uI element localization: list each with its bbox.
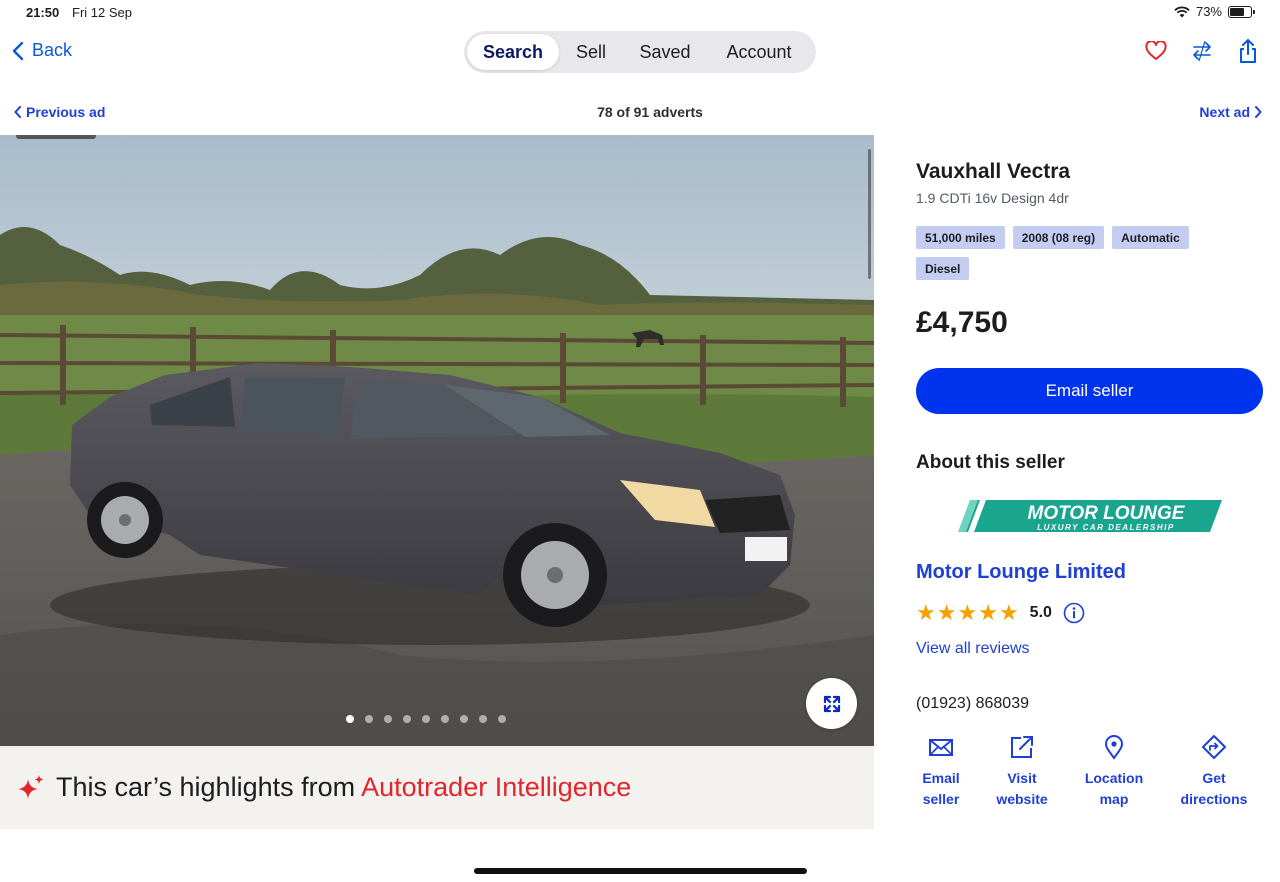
status-bar: 21:50 Fri 12 Sep 73% [0, 0, 1280, 26]
email-seller-action[interactable]: Email seller [896, 734, 986, 810]
rating-score: 5.0 [1029, 604, 1052, 621]
expand-gallery-button[interactable] [806, 678, 857, 729]
main-tabs: Search Sell Saved Account [464, 31, 816, 73]
action-label-line1: Visit [1007, 770, 1037, 786]
seller-actions: Email seller Visit website Location map Get… [916, 734, 1266, 814]
gallery-top-tab [16, 135, 96, 139]
star-icon: ★ [936, 600, 957, 625]
action-label-line2: website [996, 791, 1048, 807]
star-icon: ★ [978, 600, 998, 625]
gallery-pagination-dots [346, 715, 506, 723]
car-subtitle: 1.9 CDTi 16v Design 4dr [916, 190, 1069, 206]
spec-chip-mileage: 51,000 miles [916, 226, 1005, 249]
seller-logo[interactable]: MOTOR LOUNGE LUXURY CAR DEALERSHIP [956, 496, 1224, 536]
spec-chip-transmission: Automatic [1112, 226, 1189, 249]
back-label: Back [32, 40, 73, 60]
location-map-action[interactable]: Location map [1069, 734, 1159, 810]
star-icon: ★ [998, 600, 1019, 625]
about-seller-heading: About this seller [916, 452, 1065, 473]
highlights-prefix: This car’s highlights from [56, 772, 362, 802]
car-photo [0, 135, 874, 746]
battery-level [1230, 7, 1244, 16]
heart-icon[interactable] [1144, 38, 1168, 64]
action-label-line2: directions [1180, 791, 1248, 807]
get-directions-action[interactable]: Get directions [1169, 734, 1259, 810]
gallery-dot[interactable] [422, 715, 430, 723]
gallery-dot[interactable] [441, 715, 449, 723]
seller-name-link[interactable]: Motor Lounge Limited [916, 561, 1126, 584]
chevron-right-icon [1255, 106, 1262, 118]
info-icon[interactable] [1063, 602, 1085, 624]
location-pin-icon [1104, 735, 1124, 760]
gallery-dot[interactable] [403, 715, 411, 723]
logo-main-text: MOTOR LOUNGE [1028, 503, 1186, 524]
gallery-dot[interactable] [460, 715, 468, 723]
visit-website-action[interactable]: Visit website [977, 734, 1067, 810]
action-label-line2: seller [922, 791, 960, 807]
wifi-icon [1174, 6, 1190, 17]
seller-phone[interactable]: (01923) 868039 [916, 695, 1029, 713]
gallery-dot[interactable] [346, 715, 354, 723]
share-icon[interactable] [1236, 38, 1260, 64]
directions-icon [1202, 735, 1226, 759]
status-date: Fri 12 Sep [72, 5, 132, 20]
spec-chip-fuel: Diesel [916, 257, 970, 280]
star-icon: ★ [916, 600, 936, 625]
gallery-dot[interactable] [479, 715, 487, 723]
logo-tagline-text: LUXURY CAR DEALERSHIP [1037, 523, 1174, 532]
car-title: Vauxhall Vectra [916, 160, 1071, 183]
spec-chips: 51,000 miles 2008 (08 reg) Automatic Die… [916, 226, 1216, 280]
chevron-left-icon [12, 41, 24, 60]
advert-navigation: Previous ad 78 of 91 adverts Next ad [0, 104, 1280, 124]
status-time: 21:50 [26, 5, 60, 20]
compare-icon[interactable] [1190, 38, 1214, 64]
home-indicator[interactable] [474, 868, 807, 874]
photo-gallery[interactable] [0, 135, 874, 746]
action-label-line1: Email [922, 770, 960, 786]
gallery-dot[interactable] [384, 715, 392, 723]
battery-percent: 73% [1195, 4, 1222, 19]
action-label-line1: Location [1084, 770, 1144, 786]
toolbar-actions [1144, 38, 1260, 64]
price: £4,750 [916, 306, 1008, 339]
external-link-icon [1011, 736, 1033, 758]
mail-icon [929, 739, 953, 756]
highlights-text: This car’s highlights from Autotrader In… [56, 772, 631, 803]
tab-saved[interactable]: Saved [623, 34, 707, 70]
star-icon: ★ [957, 600, 978, 625]
gallery-dot[interactable] [365, 715, 373, 723]
action-label-line2: map [1099, 791, 1129, 807]
next-ad-link[interactable]: Next ad [1199, 104, 1262, 120]
gallery-dot[interactable] [498, 715, 506, 723]
expand-icon [823, 695, 840, 712]
next-ad-label: Next ad [1199, 104, 1250, 120]
highlights-banner[interactable]: This car’s highlights from Autotrader In… [0, 746, 874, 829]
spec-chip-year: 2008 (08 reg) [1012, 226, 1105, 249]
sparkle-icon [18, 774, 44, 799]
tab-account[interactable]: Account [707, 34, 811, 70]
back-button[interactable]: Back [12, 40, 72, 61]
gallery-scrollbar[interactable] [868, 149, 871, 279]
listing-page: 21:50 Fri 12 Sep 73% Back Search Sell Sa… [0, 0, 1280, 882]
highlights-brand: Autotrader Intelligence [361, 772, 632, 802]
advert-counter: 78 of 91 adverts [597, 104, 703, 120]
view-reviews-link[interactable]: View all reviews [916, 640, 1030, 658]
action-label-line1: Get [1202, 770, 1226, 786]
email-seller-button[interactable]: Email seller [916, 368, 1263, 414]
tab-sell[interactable]: Sell [559, 34, 623, 70]
battery-icon [1228, 5, 1255, 18]
seller-rating: ★ ★ ★ ★ ★ 5.0 [916, 602, 1085, 624]
status-indicators: 73% [1174, 4, 1255, 19]
tab-search[interactable]: Search [467, 34, 559, 70]
